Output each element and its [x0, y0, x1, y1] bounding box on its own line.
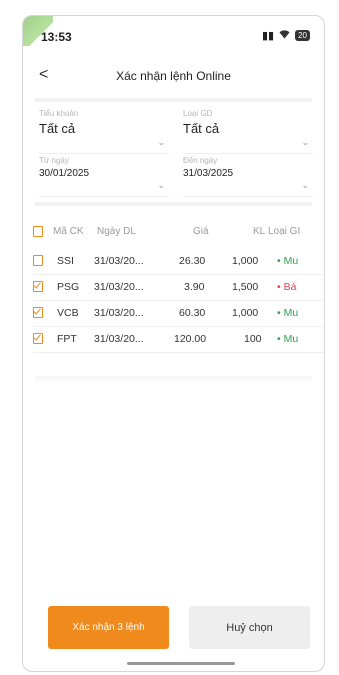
row-qty: 100 — [244, 333, 262, 345]
deselect-button[interactable]: Huỷ chọn — [189, 606, 310, 649]
status-icons: ▮▮ 20 — [262, 29, 310, 42]
divider — [35, 202, 312, 206]
row-symbol: SSI — [57, 255, 74, 267]
header-type: Loại GI — [268, 226, 301, 237]
chevron-down-icon: ⌄ — [157, 137, 165, 147]
to-date-picker[interactable]: Đến ngày 31/03/2025 ⌄ — [183, 156, 313, 197]
row-price: 60.30 — [179, 307, 206, 319]
row-type: • Mu — [277, 255, 299, 267]
row-symbol: FPT — [57, 333, 77, 345]
from-date-label: Từ ngày — [39, 156, 69, 165]
trade-type-label: Loại GD — [183, 109, 213, 118]
row-type: • Mu — [277, 333, 299, 345]
header-date: Ngày DL — [97, 226, 136, 237]
row-checkbox[interactable] — [33, 307, 43, 318]
row-qty: 1,000 — [232, 307, 259, 319]
sub-account-value: Tất cả — [39, 121, 76, 136]
row-type: • Bá — [277, 281, 297, 293]
row-checkbox[interactable] — [33, 333, 43, 344]
sub-account-label: Tiểu khoản — [39, 109, 79, 118]
header-qty: KL — [253, 226, 266, 237]
row-date: 31/03/20... — [94, 333, 144, 345]
select-all-checkbox[interactable] — [33, 226, 43, 237]
list-bottom-shadow — [35, 376, 312, 384]
row-date: 31/03/20... — [94, 255, 144, 267]
signal-icon: ▮▮ — [261, 30, 275, 42]
chevron-down-icon: ⌄ — [301, 180, 309, 190]
phone-screen: 13:53 ▮▮ 20 < Xác nhận lệnh Online Tiểu … — [22, 15, 325, 672]
battery-icon: 20 — [295, 30, 310, 41]
row-price: 26.30 — [179, 255, 206, 267]
from-date-picker[interactable]: Từ ngày 30/01/2025 ⌄ — [39, 156, 169, 197]
row-checkbox[interactable] — [33, 255, 43, 266]
table-row[interactable]: SSI 31/03/20... 26.30 1,000 • Mu — [33, 248, 324, 275]
row-checkbox[interactable] — [33, 281, 43, 292]
sub-account-select[interactable]: Tiểu khoản Tất cả ⌄ — [39, 109, 169, 154]
chevron-down-icon: ⌄ — [301, 137, 309, 147]
from-date-value: 30/01/2025 — [39, 168, 90, 179]
divider — [35, 98, 312, 102]
trade-type-select[interactable]: Loại GD Tất cả ⌄ — [183, 109, 313, 154]
row-qty: 1,000 — [232, 255, 259, 267]
table-row[interactable]: PSG 31/03/20... 3.90 1,500 • Bá — [33, 274, 324, 301]
status-time: 13:53 — [41, 30, 72, 44]
row-qty: 1,500 — [232, 281, 259, 293]
status-bar: 13:53 ▮▮ 20 — [23, 16, 324, 56]
table-row[interactable]: VCB 31/03/20... 60.30 1,000 • Mu — [33, 300, 324, 327]
trade-type-value: Tất cả — [183, 121, 220, 136]
confirm-orders-button[interactable]: Xác nhận 3 lệnh — [48, 606, 169, 649]
row-date: 31/03/20... — [94, 281, 144, 293]
header-price: Giá — [193, 226, 209, 237]
row-symbol: VCB — [57, 307, 79, 319]
to-date-value: 31/03/2025 — [183, 168, 234, 179]
table-row[interactable]: FPT 31/03/20... 120.00 100 • Mu — [33, 326, 324, 353]
header-symbol: Mã CK — [53, 226, 84, 237]
row-price: 120.00 — [174, 333, 207, 345]
row-date: 31/03/20... — [94, 307, 144, 319]
to-date-label: Đến ngày — [183, 156, 218, 165]
home-indicator[interactable] — [127, 662, 235, 665]
row-type: • Mu — [277, 307, 299, 319]
row-symbol: PSG — [57, 281, 80, 293]
chevron-down-icon: ⌄ — [157, 180, 165, 190]
row-price: 3.90 — [184, 281, 205, 293]
wifi-icon — [279, 29, 290, 42]
table-header: Mã CK Ngày DL Giá KL Loại GI — [33, 219, 324, 243]
page-title: Xác nhận lệnh Online — [116, 69, 231, 83]
nav-bar: < Xác nhận lệnh Online — [23, 62, 324, 92]
